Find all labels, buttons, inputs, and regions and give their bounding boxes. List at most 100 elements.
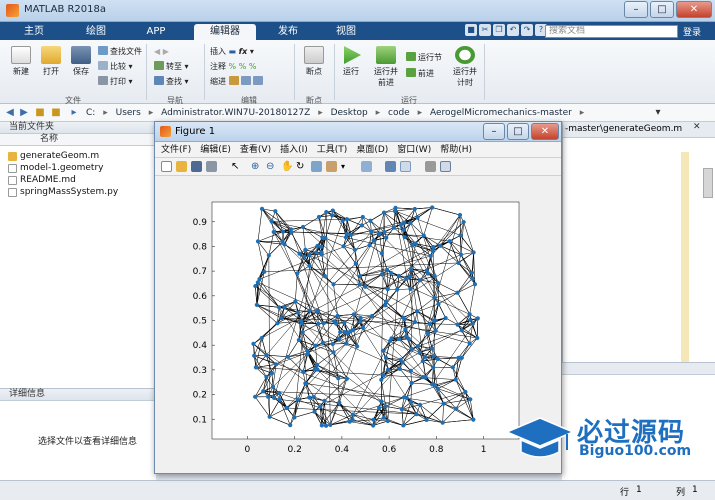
folder-up-icon[interactable]: ■ <box>34 107 46 119</box>
tab-editor[interactable]: 编辑器 <box>194 24 256 40</box>
breakpoints-button[interactable]: 断点 <box>300 46 328 77</box>
breadcrumb-item[interactable]: code <box>388 108 410 118</box>
hide-plot-tools-icon[interactable] <box>425 161 436 172</box>
breadcrumb-item[interactable]: AerogelMicromechanics-master <box>430 108 572 118</box>
run-and-time-button[interactable]: 运行并 计时 <box>450 46 480 88</box>
tab-apps[interactable]: APP <box>130 24 182 40</box>
breadcrumb-item[interactable]: Desktop <box>331 108 368 118</box>
print-figure-icon[interactable] <box>206 161 217 172</box>
node-point <box>399 407 404 412</box>
new-button[interactable]: 新建 <box>8 46 34 77</box>
save-button[interactable]: 保存 <box>68 46 94 77</box>
new-figure-icon[interactable] <box>161 161 172 172</box>
back-arrow-icon[interactable]: ◀ <box>4 107 16 119</box>
open-label: 打开 <box>43 67 59 76</box>
open-file-icon[interactable] <box>176 161 187 172</box>
redo-quick-icon[interactable]: ↷ <box>521 24 533 36</box>
back-forward-nav[interactable]: ◀ ▶ <box>154 46 169 58</box>
compare-icon <box>98 61 108 70</box>
node-point <box>432 383 437 388</box>
open-button[interactable]: 打开 <box>38 46 64 77</box>
cut-quick-icon[interactable]: ✂ <box>479 24 491 36</box>
run-section-button[interactable]: 运行节 <box>406 52 442 64</box>
path-dropdown-icon[interactable]: ▾ <box>652 107 664 119</box>
maximize-button[interactable]: □ <box>650 1 674 18</box>
node-point <box>262 269 267 274</box>
run-and-advance-button[interactable]: 运行并 前进 <box>370 46 402 88</box>
node-point <box>395 287 400 292</box>
file-row[interactable]: springMassSystem.py <box>0 186 155 198</box>
zoom-out-icon[interactable]: ⊖ <box>266 161 277 172</box>
menu-edit[interactable]: 编辑(E) <box>200 142 231 157</box>
editor-scrollbar[interactable] <box>703 168 713 198</box>
rotate-icon[interactable]: ↻ <box>296 161 307 172</box>
tab-publish[interactable]: 发布 <box>262 24 314 40</box>
brush-icon[interactable] <box>326 161 337 172</box>
forward-arrow-icon[interactable]: ▶ <box>18 107 30 119</box>
find-button[interactable]: 查找 ▾ <box>154 76 189 88</box>
node-point <box>461 219 466 225</box>
menu-insert[interactable]: 插入(I) <box>280 142 308 157</box>
close-button[interactable]: ✕ <box>676 1 712 18</box>
link-plot-icon[interactable] <box>361 161 372 172</box>
matlab-logo-icon <box>6 4 19 17</box>
breadcrumb-item[interactable]: Administrator.WIN7U-20180127Z <box>161 108 310 118</box>
run-button[interactable]: 运行 <box>338 46 364 77</box>
file-row[interactable]: README.md <box>0 174 155 186</box>
menu-tools[interactable]: 工具(T) <box>317 142 348 157</box>
advance-button[interactable]: 前进 <box>406 68 434 80</box>
breadcrumb-item[interactable]: C: <box>86 108 95 118</box>
node-point <box>371 423 376 428</box>
minimize-button[interactable]: – <box>624 1 648 18</box>
menu-view[interactable]: 查看(V) <box>240 142 271 157</box>
node-point <box>344 341 349 346</box>
file-row[interactable]: generateGeom.m <box>0 150 155 162</box>
menu-desktop[interactable]: 桌面(D) <box>356 142 388 157</box>
pan-icon[interactable]: ✋ <box>281 161 293 172</box>
tab-view[interactable]: 视图 <box>320 24 372 40</box>
m-file-icon <box>8 152 17 161</box>
menu-help[interactable]: 帮助(H) <box>440 142 472 157</box>
menu-window[interactable]: 窗口(W) <box>397 142 431 157</box>
figure-minimize-button[interactable]: – <box>483 123 505 140</box>
brush-dropdown-icon[interactable]: ▾ <box>341 161 352 172</box>
search-input[interactable]: 搜索文档 <box>545 25 678 38</box>
pointer-icon[interactable]: ↖ <box>231 161 242 172</box>
undo-quick-icon[interactable]: ↶ <box>507 24 519 36</box>
printer-icon <box>98 76 108 85</box>
zoom-in-icon[interactable]: ⊕ <box>251 161 262 172</box>
data-cursor-icon[interactable] <box>311 161 322 172</box>
copy-quick-icon[interactable]: ❐ <box>493 24 505 36</box>
node-point <box>431 245 436 250</box>
print-label: 打印 <box>110 77 126 86</box>
figure-maximize-button[interactable]: □ <box>507 123 529 140</box>
compare-button[interactable]: 比较 ▾ <box>98 61 133 73</box>
print-button[interactable]: 打印 ▾ <box>98 76 133 88</box>
find-files-button[interactable]: 查找文件 <box>98 46 142 58</box>
comment-button[interactable]: 注释 % % % <box>210 61 256 73</box>
name-column-header[interactable]: 名称 <box>0 134 155 146</box>
indent-button[interactable]: 缩进 <box>210 76 265 88</box>
browse-folder-icon[interactable]: ■ <box>50 107 62 119</box>
save-quick-icon[interactable]: ■ <box>465 24 477 36</box>
insert-button[interactable]: 插入 ▬ fx ▾ <box>210 46 254 58</box>
ribbon-separator <box>146 44 147 100</box>
node-point <box>360 325 366 330</box>
node-point <box>259 335 264 341</box>
save-figure-icon[interactable] <box>191 161 202 172</box>
figure-close-button[interactable]: ✕ <box>531 123 559 140</box>
colorbar-icon[interactable] <box>385 161 396 172</box>
insert-icon: ▬ <box>228 47 237 56</box>
node-point <box>381 373 386 378</box>
breadcrumb-item[interactable]: Users <box>116 108 141 118</box>
goto-button[interactable]: 转至 ▾ <box>154 61 189 73</box>
tab-plots[interactable]: 绘图 <box>70 24 122 40</box>
login-link[interactable]: 登录 <box>683 25 701 38</box>
menu-file[interactable]: 文件(F) <box>161 142 191 157</box>
legend-icon[interactable] <box>400 161 411 172</box>
editor-close-icon[interactable]: ✕ <box>693 122 703 136</box>
show-plot-tools-icon[interactable] <box>440 161 451 172</box>
file-row[interactable]: model-1.geometry <box>0 162 155 174</box>
node-point <box>259 206 265 211</box>
tab-home[interactable]: 主页 <box>10 24 58 40</box>
